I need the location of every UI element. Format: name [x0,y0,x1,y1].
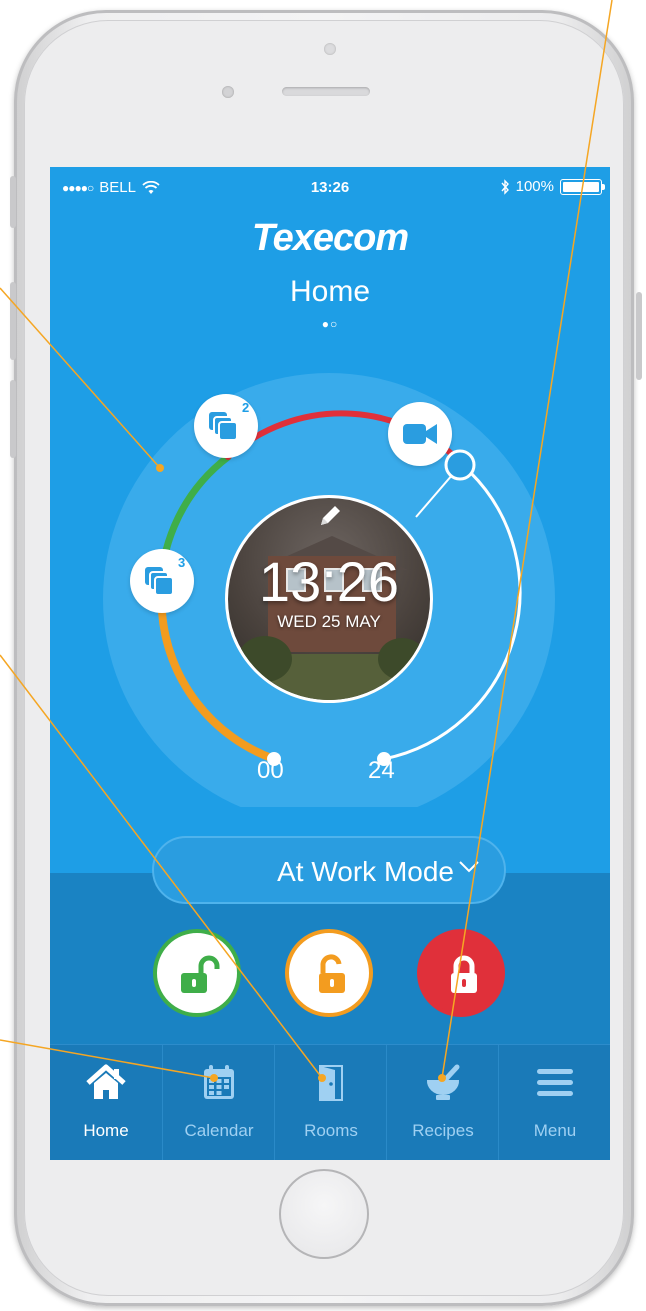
stacked-squares-icon [209,412,238,441]
clock-date: WED 25 MAY [277,612,381,631]
proximity-sensor [222,86,234,98]
calendar-icon [204,1065,234,1099]
page-title: Home [289,275,371,308]
device-mockup: ●●●●○ BELL 13:26 100% Texecom Home ●○ 2 … [0,0,646,1311]
dial-start-label: 00 [257,757,284,784]
disarm-button[interactable] [153,929,241,1017]
photo-bush [238,636,292,682]
volume-up-button [10,282,16,360]
tab-rooms[interactable]: Rooms [274,1045,387,1160]
mode-label: At Work Mode [277,856,454,887]
page-indicator[interactable]: ●○ [50,317,610,331]
event-badge-group-3[interactable]: 3 [130,549,194,613]
part-arm-button[interactable] [285,929,373,1017]
pencil-edit-icon[interactable] [317,503,343,529]
video-camera-icon [403,424,437,444]
bluetooth-icon [501,178,509,195]
tab-label: Home [83,1121,129,1140]
event-badge-camera[interactable] [388,402,452,466]
event-badge-group-2[interactable]: 2 [194,394,258,458]
full-arm-button[interactable] [417,929,505,1017]
tab-menu[interactable]: Menu [498,1045,610,1160]
event-count: 3 [178,555,186,570]
status-right: 100% [500,178,605,195]
locked-padlock-icon [451,955,477,993]
event-count: 2 [242,400,250,415]
earpiece-speaker [282,87,370,96]
photo-bush [378,638,426,680]
tab-label: Calendar [184,1121,254,1140]
unlocked-padlock-icon [319,954,345,993]
hamburger-menu-icon [537,1069,573,1096]
power-button [636,292,642,380]
battery-icon [560,178,605,195]
battery-percent: 100% [515,178,554,195]
home-hardware-button[interactable] [279,1169,369,1259]
mode-selector[interactable]: At Work Mode [152,836,506,904]
dial-handle[interactable] [444,449,476,481]
door-icon [319,1065,343,1101]
tab-label: Rooms [304,1121,358,1140]
tab-label: Recipes [412,1121,474,1140]
status-bar: ●●●●○ BELL 13:26 100% [50,167,610,207]
dial-end-label: 24 [368,757,395,784]
unlocked-padlock-icon [181,955,220,993]
mortar-pestle-icon [426,1064,460,1100]
volume-down-button [10,380,16,458]
chevron-down-icon [459,861,479,873]
house-icon [86,1064,126,1099]
tab-recipes[interactable]: Recipes [386,1045,499,1160]
mute-switch [10,176,16,228]
tab-home[interactable]: Home [50,1045,162,1160]
stacked-squares-icon [145,567,174,596]
app-screen: ●●●●○ BELL 13:26 100% Texecom Home ●○ 2 … [50,167,610,1160]
tab-label: Menu [533,1121,577,1140]
front-camera [324,43,336,55]
tab-calendar[interactable]: Calendar [162,1045,275,1160]
tab-bar: Home Calendar Rooms Recipes Menu [50,1044,610,1160]
clock-time: 13:26 [258,550,400,613]
brand-logo: Texecom [251,217,409,259]
